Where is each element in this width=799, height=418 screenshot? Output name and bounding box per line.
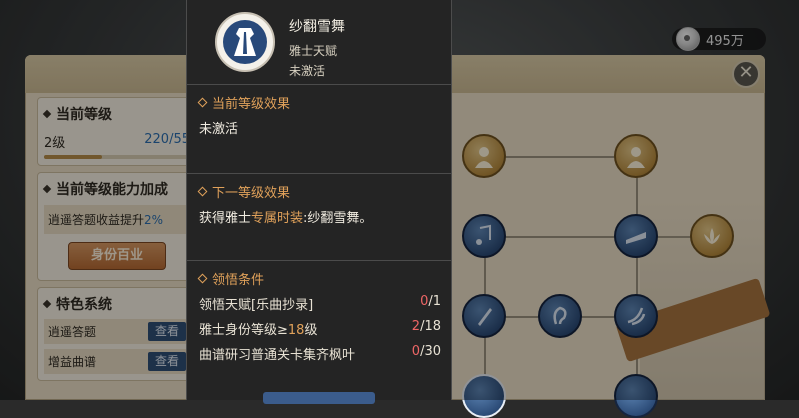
condition-label: 曲谱研习普通关卡集齐枫叶 [199, 348, 356, 363]
skill-name: 纱翻雪舞 [289, 19, 345, 35]
next-effect-section: 下一等级效果 获得雅士专属时装:纱翻雪舞。 [187, 174, 451, 261]
skill-status: 未激活 [289, 64, 326, 78]
next-effect-label: 下一等级效果 [212, 186, 291, 201]
condition-progress: 0/1 [420, 294, 441, 313]
skill-category: 雅士天赋 [289, 44, 338, 58]
diamond-icon [197, 186, 208, 197]
condition-current: 2 [411, 319, 421, 334]
diamond-icon [197, 273, 208, 284]
condition-progress: 2/18 [412, 319, 441, 338]
condition-label-prefix: 雅士身份等级≥ [199, 323, 288, 338]
condition-row: 雅士身份等级≥18级 2/18 [199, 319, 441, 338]
current-effect-title: 当前等级效果 [197, 93, 441, 112]
diamond-icon [197, 97, 208, 108]
talent-detail-popup: 纱翻雪舞 雅士天赋 未激活 当前等级效果 未激活 下一等级效果 获得雅士专属时装… [186, 0, 452, 404]
next-effect-suffix: :纱翻雪舞。 [303, 211, 373, 226]
condition-total: /18 [420, 319, 441, 334]
current-effect-label: 当前等级效果 [212, 97, 291, 112]
conditions-title: 领悟条件 [197, 269, 441, 288]
next-effect-text: 获得雅士专属时装:纱翻雪舞。 [199, 207, 441, 226]
condition-current: 0 [411, 344, 421, 359]
conditions-section: 领悟条件 领悟天赋[乐曲抄录] 0/1 雅士身份等级≥18级 2/18 曲谱研习… [187, 261, 451, 373]
current-effect-section: 当前等级效果 未激活 [187, 85, 451, 174]
condition-label-highlight: 18 [287, 323, 305, 338]
popup-action-button[interactable] [263, 392, 375, 404]
popup-header: 纱翻雪舞 雅士天赋 未激活 [187, 0, 451, 85]
condition-total: /1 [428, 294, 441, 309]
dress-icon [215, 12, 275, 72]
next-effect-title: 下一等级效果 [197, 182, 441, 201]
current-effect-text: 未激活 [199, 122, 239, 137]
condition-total: /30 [420, 344, 441, 359]
condition-row: 领悟天赋[乐曲抄录] 0/1 [199, 294, 441, 313]
next-effect-prefix: 获得雅士 [199, 211, 252, 226]
conditions-label: 领悟条件 [212, 273, 265, 288]
condition-label: 领悟天赋[乐曲抄录] [199, 298, 314, 313]
condition-label-suffix: 级 [304, 323, 318, 338]
condition-row: 曲谱研习普通关卡集齐枫叶 0/30 [199, 344, 441, 363]
dress-glyph [234, 28, 256, 56]
next-effect-highlight: 专属时装 [251, 211, 304, 226]
condition-progress: 0/30 [412, 344, 441, 363]
condition-label: 雅士身份等级≥18级 [199, 319, 317, 338]
